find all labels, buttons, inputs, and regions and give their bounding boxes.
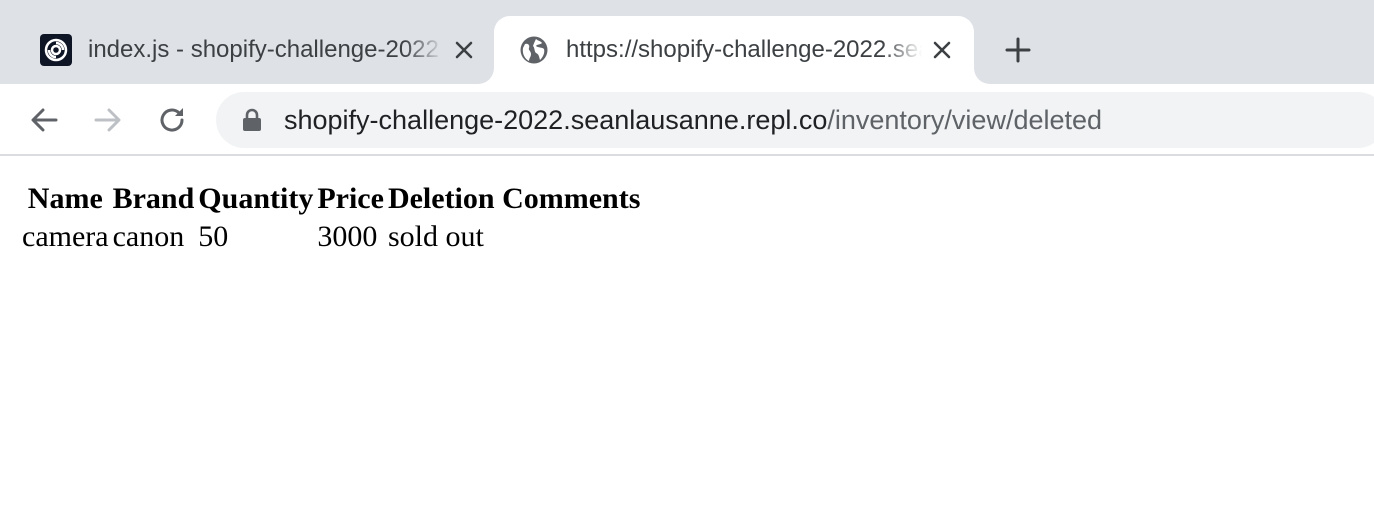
table-row: camera canon 50 3000 sold out (22, 220, 640, 254)
arrow-left-icon[interactable] (26, 102, 62, 138)
column-header-name: Name (27, 182, 103, 215)
url-path: /inventory/view/deleted (827, 105, 1103, 135)
cell-brand: canon (112, 220, 185, 253)
cell-deletion-comments: sold out (387, 220, 484, 253)
tab-title: https://shopify-challenge-2022.seanlausa… (566, 34, 922, 66)
tab-title: index.js - shopify-challenge-2022 - Repl… (88, 34, 444, 66)
plus-icon[interactable] (1000, 32, 1036, 68)
url-host: shopify-challenge-2022.seanlausanne.repl… (284, 105, 828, 135)
globe-icon (518, 34, 550, 66)
column-header-brand: Brand (112, 182, 195, 215)
deleted-inventory-table: Name Brand Quantity Price Deletion Comme… (18, 178, 644, 258)
cell-quantity: 50 (198, 220, 229, 253)
tab-replit[interactable]: index.js - shopify-challenge-2022 - Repl… (0, 16, 494, 84)
page-content: Name Brand Quantity Price Deletion Comme… (0, 158, 1374, 524)
column-header-quantity: Quantity (198, 182, 314, 215)
address-bar[interactable]: shopify-challenge-2022.seanlausanne.repl… (216, 92, 1374, 148)
arrow-right-icon[interactable] (90, 102, 126, 138)
tab-deleted-inventory[interactable]: https://shopify-challenge-2022.seanlausa… (494, 16, 974, 84)
table-header-row: Name Brand Quantity Price Deletion Comme… (22, 182, 641, 216)
tab-strip: index.js - shopify-challenge-2022 - Repl… (0, 0, 1374, 84)
reload-icon[interactable] (154, 102, 190, 138)
lock-icon[interactable] (240, 108, 264, 132)
close-icon[interactable] (928, 36, 956, 64)
column-header-deletion-comments: Deletion Comments (387, 182, 641, 215)
cell-name: camera (22, 220, 109, 253)
replit-icon (40, 34, 72, 66)
close-icon[interactable] (450, 36, 478, 64)
column-header-price: Price (317, 182, 384, 215)
url-text[interactable]: shopify-challenge-2022.seanlausanne.repl… (284, 104, 1102, 136)
cell-price: 3000 (317, 220, 378, 253)
browser-toolbar: shopify-challenge-2022.seanlausanne.repl… (0, 84, 1374, 156)
